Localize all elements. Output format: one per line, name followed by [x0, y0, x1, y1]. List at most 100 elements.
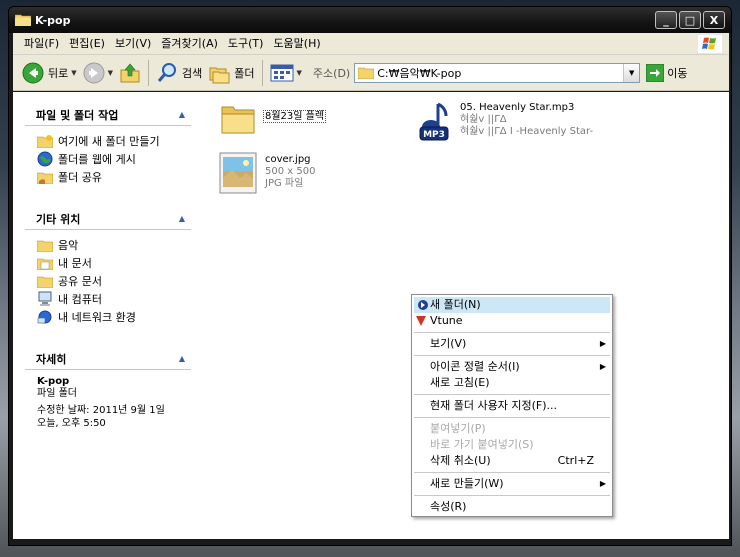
title-bar[interactable]: K-pop _ □ X [9, 7, 731, 33]
file-item-folder[interactable]: 8월23일 플렉 [221, 102, 327, 134]
globe-icon [37, 151, 53, 167]
documents-icon [37, 258, 53, 270]
file-type: JPG 파일 [265, 178, 304, 189]
address-dropdown-icon[interactable]: ▼ [623, 63, 640, 82]
search-icon [157, 62, 177, 82]
address-label: 주소(D) [312, 66, 351, 80]
views-dropdown-icon[interactable]: ▼ [297, 69, 302, 77]
menu-favorites[interactable]: 즐겨찾기(A) [156, 34, 223, 54]
menu-edit[interactable]: 편집(E) [64, 34, 110, 54]
ctx-shortcut: Ctrl+Z [557, 454, 594, 467]
close-button[interactable]: X [703, 11, 725, 29]
folder-icon [221, 106, 255, 134]
ctx-view[interactable]: 보기(V) ▶ [412, 336, 612, 352]
forward-dropdown-icon[interactable]: ▼ [108, 69, 113, 77]
detail-type: 파일 폴더 [37, 388, 77, 399]
menu-tools[interactable]: 도구(T) [223, 34, 269, 54]
menu-help[interactable]: 도움말(H) [268, 34, 325, 54]
maximize-button[interactable]: □ [679, 11, 701, 29]
explorer-window: K-pop _ □ X 파일(F) 편집(E) 보기(V) 즐겨찾기(A) 도구… [8, 6, 732, 546]
places-header[interactable]: 기타 위치 ▲ [25, 208, 191, 230]
vtune-icon [416, 316, 426, 326]
ctx-properties[interactable]: 속성(R) [412, 499, 612, 515]
ctx-vtune[interactable]: Vtune [412, 313, 612, 329]
views-icon [270, 64, 294, 81]
tasks-header[interactable]: 파일 및 폴더 작업 ▲ [25, 104, 191, 126]
collapse-icon[interactable]: ▲ [179, 110, 185, 119]
details-header[interactable]: 자세히 ▲ [25, 348, 191, 370]
image-file-icon [219, 152, 257, 194]
folder-icon [15, 14, 31, 26]
place-my-computer[interactable]: 내 컴퓨터 [37, 290, 191, 308]
back-arrow-icon [22, 62, 44, 83]
file-item-mp3[interactable]: MP3 05. Heavenly Star.mp3 혀쉁v ||ΓΔ 혀쉁v |… [416, 102, 593, 144]
address-value[interactable]: C:₩음악₩K-pop [377, 65, 461, 81]
place-network[interactable]: 내 네트워크 환경 [37, 308, 191, 326]
go-label: 이동 [667, 66, 688, 80]
search-label: 검색 [182, 66, 203, 80]
ctx-refresh[interactable]: 새로 고침(E) [412, 375, 612, 391]
task-new-folder[interactable]: 여기에 새 폴더 만들기 [37, 132, 191, 150]
ctx-paste-shortcut: 바로 가기 붙여넣기(S) [412, 437, 612, 453]
ctx-label: 속성(R) [430, 500, 467, 513]
up-folder-button[interactable] [116, 58, 144, 88]
ctx-customize-folder[interactable]: 현재 폴더 사용자 지정(F)... [412, 398, 612, 414]
file-artist: 혀쉁v ||ΓΔ [460, 114, 507, 125]
file-album: 혀쉁v ||ΓΔ I -Heavenly Star- [460, 126, 594, 137]
folders-button[interactable]: 폴더 [205, 58, 257, 88]
search-button[interactable]: 검색 [153, 58, 205, 88]
file-name: 8월23일 플렉 [263, 110, 327, 123]
other-places-panel: 기타 위치 ▲ 음악 내 문서 공유 문서 내 컴퓨터 내 네트워크 환경 [25, 208, 191, 332]
ctx-label: 새 폴더(N) [430, 298, 481, 311]
windows-logo-icon [697, 34, 723, 54]
ctx-label: 보기(V) [430, 337, 467, 350]
go-button[interactable]: 이동 [646, 63, 688, 82]
place-my-documents[interactable]: 내 문서 [37, 254, 191, 272]
menu-separator [414, 332, 610, 333]
content-area: 파일 및 폴더 작업 ▲ 여기에 새 폴더 만들기 폴더를 웹에 게시 폴더 공… [13, 92, 729, 539]
ctx-label: 바로 가기 붙여넣기(S) [430, 438, 534, 451]
place-label: 내 문서 [58, 257, 92, 270]
file-name: 05. Heavenly Star.mp3 [460, 102, 575, 113]
forward-button[interactable]: ▼ [80, 58, 116, 88]
task-publish-web[interactable]: 폴더를 웹에 게시 [37, 150, 191, 168]
menu-separator [414, 355, 610, 356]
ctx-undo-delete[interactable]: 삭제 취소(U) Ctrl+Z [412, 453, 612, 469]
minimize-button[interactable]: _ [655, 11, 677, 29]
ctx-label: 삭제 취소(U) [430, 454, 491, 467]
views-button[interactable]: ▼ [267, 58, 305, 88]
up-folder-icon [120, 63, 140, 82]
mp3-badge: MP3 [423, 130, 445, 140]
address-bar[interactable]: C:₩음악₩K-pop ▼ [354, 62, 641, 83]
computer-icon [38, 291, 52, 306]
menu-file[interactable]: 파일(F) [19, 34, 64, 54]
folder-icon [37, 276, 53, 288]
file-item-image[interactable]: cover.jpg 500 x 500 JPG 파일 [219, 152, 315, 194]
ctx-new-folder[interactable]: 새 폴더(N) [414, 297, 610, 313]
detail-name: K-pop [37, 376, 70, 387]
place-label: 공유 문서 [58, 275, 102, 288]
menu-view[interactable]: 보기(V) [110, 34, 156, 54]
ctx-label: 새로 고침(E) [430, 376, 490, 389]
forward-arrow-icon [83, 62, 105, 83]
menu-bar: 파일(F) 편집(E) 보기(V) 즐겨찾기(A) 도구(T) 도움말(H) [13, 33, 729, 55]
ctx-label: 새로 만들기(W) [430, 477, 504, 490]
ctx-label: Vtune [430, 314, 463, 327]
ctx-label: 현재 폴더 사용자 지정(F)... [430, 399, 557, 412]
submenu-arrow-icon: ▶ [599, 339, 606, 348]
tasks-title: 파일 및 폴더 작업 [36, 108, 119, 122]
details-panel: 자세히 ▲ K-pop 파일 폴더 수정한 날짜: 2011년 9월 1일 오늘… [25, 348, 191, 436]
back-dropdown-icon[interactable]: ▼ [71, 69, 76, 77]
task-share-folder[interactable]: 폴더 공유 [37, 168, 191, 186]
place-shared-documents[interactable]: 공유 문서 [37, 272, 191, 290]
collapse-icon[interactable]: ▲ [179, 354, 185, 363]
place-label: 음악 [58, 239, 79, 252]
collapse-icon[interactable]: ▲ [179, 214, 185, 223]
task-pane: 파일 및 폴더 작업 ▲ 여기에 새 폴더 만들기 폴더를 웹에 게시 폴더 공… [13, 92, 209, 539]
ctx-new[interactable]: 새로 만들기(W) ▶ [412, 476, 612, 492]
new-folder-badge-icon [418, 300, 428, 310]
back-button[interactable]: 뒤로 ▼ [19, 58, 80, 88]
place-music[interactable]: 음악 [37, 236, 191, 254]
folders-icon [209, 67, 230, 83]
ctx-arrange-icons[interactable]: 아이콘 정렬 순서(I) ▶ [412, 359, 612, 375]
